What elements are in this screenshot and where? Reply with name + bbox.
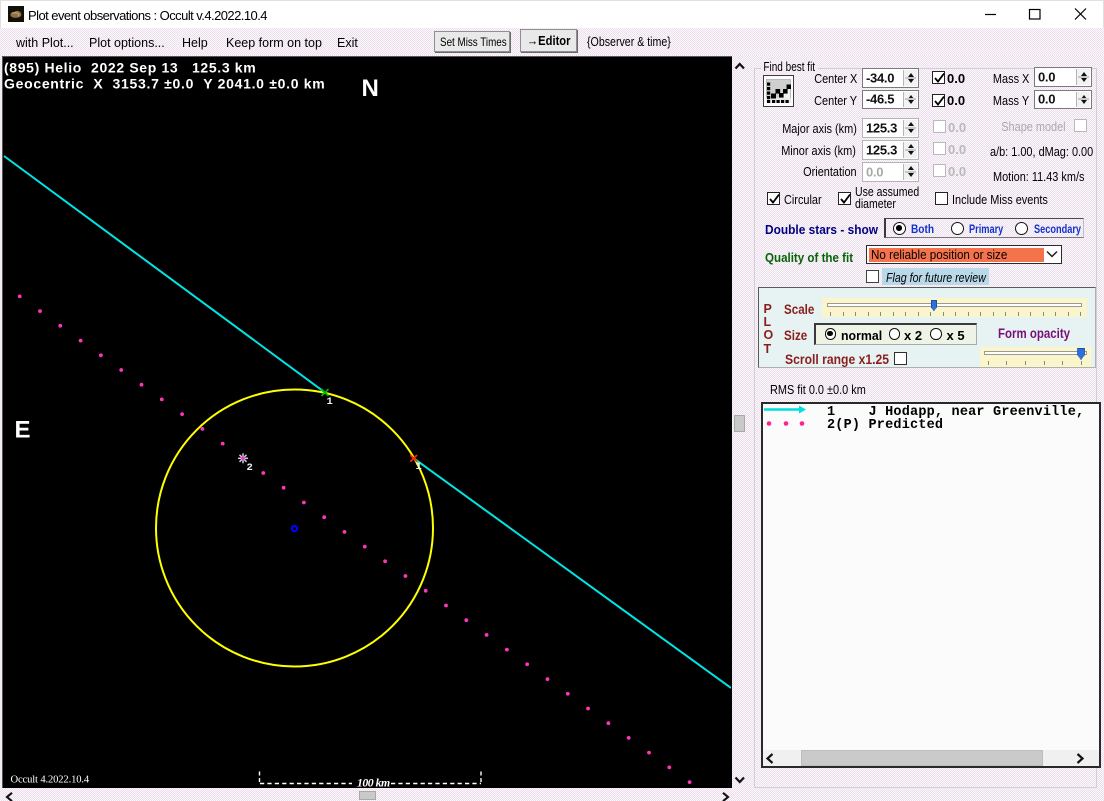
- svg-text:Geocentric X 3153.7 ±0.0 Y: Geocentric X 3153.7 ±0.0 Y 2041.0 ±0.0 k…: [4, 75, 325, 91]
- svg-text:100 km: 100 km: [357, 775, 390, 787]
- svg-text:1: 1: [416, 461, 422, 473]
- svg-text:2: 2: [247, 462, 253, 474]
- svg-text:E: E: [15, 416, 31, 443]
- svg-text:N: N: [362, 75, 379, 102]
- svg-text:1: 1: [327, 396, 333, 408]
- svg-text:Occult 4.2022.10.4: Occult 4.2022.10.4: [11, 774, 90, 785]
- svg-text:(895) Helio 2022 Sep 13 125: (895) Helio 2022 Sep 13 125.3 km: [4, 59, 256, 75]
